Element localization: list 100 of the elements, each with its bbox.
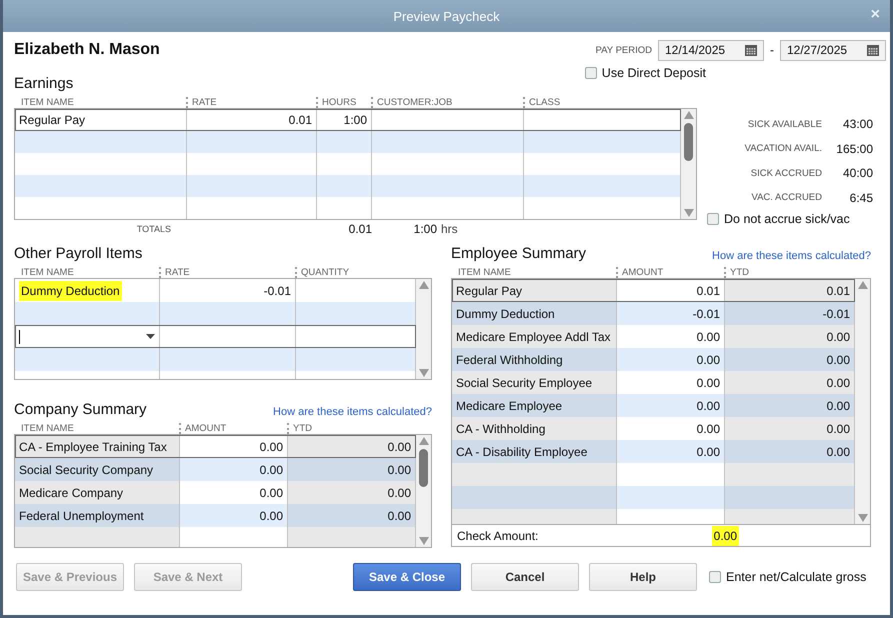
accrual-value: 6:45 bbox=[848, 190, 874, 205]
accrual-label: VACATION AVAIL. bbox=[744, 143, 822, 154]
checkbox[interactable] bbox=[707, 213, 719, 225]
table-cell: 0.01 bbox=[725, 279, 855, 302]
table-cell: 0.00 bbox=[617, 348, 725, 371]
accrual-value: 40:00 bbox=[842, 166, 874, 180]
table-cell: 0.00 bbox=[725, 394, 855, 417]
table-cell: Federal Unemployment bbox=[15, 504, 180, 527]
scroll-down-icon[interactable] bbox=[418, 537, 428, 545]
table-row[interactable]: Federal Withholding 0.00 0.00 bbox=[452, 348, 855, 371]
accrual-label: SICK ACCRUED bbox=[750, 168, 822, 179]
calendar-icon[interactable] bbox=[867, 44, 879, 56]
table-row[interactable]: CA - Disability Employee 0.00 0.00 bbox=[452, 440, 855, 463]
scroll-down-icon[interactable] bbox=[418, 369, 428, 377]
help-link[interactable]: How are these items calculated? bbox=[712, 250, 871, 262]
table-cell: Medicare Company bbox=[15, 481, 180, 504]
table-cell: 0.00 bbox=[180, 458, 288, 481]
table-row[interactable]: Social Security Employee 0.00 0.00 bbox=[452, 371, 855, 394]
table-row[interactable]: Federal Unemployment 0.00 0.00 bbox=[15, 504, 416, 527]
table-cell: CA - Disability Employee bbox=[452, 440, 617, 463]
section-title: Earnings bbox=[14, 75, 74, 92]
check-amount-value: 0.00 bbox=[712, 526, 739, 546]
hours-unit: hrs bbox=[440, 222, 459, 236]
table-row[interactable]: Medicare Employee Addl Tax 0.00 0.00 bbox=[452, 325, 855, 348]
table-cell: 0.00 bbox=[288, 481, 416, 504]
table-cell: Social Security Company bbox=[15, 458, 180, 481]
scroll-down-icon[interactable] bbox=[858, 514, 868, 522]
section-title: Other Payroll Items bbox=[14, 245, 142, 262]
check-amount-label: Check Amount: bbox=[457, 528, 540, 542]
table-cell: CA - Withholding bbox=[452, 417, 617, 440]
date-field[interactable]: 12/27/2025 bbox=[780, 40, 886, 60]
table-cell: 0.00 bbox=[288, 458, 416, 481]
table-cell: Regular Pay bbox=[452, 279, 617, 302]
pay-period-label: PAY PERIOD bbox=[596, 44, 652, 56]
table-row[interactable]: Dummy Deduction -0.01 -0.01 bbox=[452, 302, 855, 325]
column-header: AMOUNT bbox=[616, 267, 724, 278]
table-cell: Medicare Employee bbox=[452, 394, 617, 417]
checkbox-label[interactable]: Do not accrue sick/vac bbox=[724, 212, 850, 226]
scrollbar[interactable] bbox=[855, 279, 870, 524]
scroll-thumb[interactable] bbox=[419, 449, 428, 487]
totals-label: TOTALS bbox=[136, 224, 172, 234]
table-cell: Social Security Employee bbox=[452, 371, 617, 394]
scrollbar[interactable] bbox=[681, 109, 696, 219]
column-header: ITEM NAME bbox=[20, 97, 75, 108]
table-cell: CA - Employee Training Tax bbox=[15, 435, 180, 458]
table-row[interactable]: Regular Pay 0.01 1:00 bbox=[15, 109, 681, 131]
table-cell: 0.00 bbox=[288, 435, 416, 458]
table-row[interactable]: Medicare Company 0.00 0.00 bbox=[15, 481, 416, 504]
table-cell: Dummy Deduction bbox=[19, 280, 122, 300]
checkbox-label[interactable]: Enter net/Calculate gross bbox=[726, 570, 866, 584]
scroll-up-icon[interactable] bbox=[858, 281, 868, 289]
table-cell: 0.00 bbox=[288, 504, 416, 527]
checkbox[interactable] bbox=[709, 571, 721, 583]
calendar-icon[interactable] bbox=[745, 44, 757, 56]
column-header: ITEM NAME bbox=[20, 423, 75, 434]
table-cell: 0.00 bbox=[180, 504, 288, 527]
dropdown-caret-icon[interactable] bbox=[146, 334, 155, 339]
table-cell: 0.00 bbox=[725, 417, 855, 440]
action-button[interactable]: Help bbox=[589, 563, 697, 591]
column-header: ITEM NAME bbox=[20, 267, 75, 278]
scrollbar[interactable] bbox=[416, 435, 431, 547]
employee-name: Elizabeth N. Mason bbox=[14, 41, 160, 59]
table-cell: 0.00 bbox=[725, 440, 855, 463]
date-field[interactable]: 12/14/2025 bbox=[658, 40, 764, 60]
table-cell: 0.00 bbox=[725, 348, 855, 371]
table-cell: -0.01 bbox=[617, 302, 725, 325]
help-link[interactable]: How are these items calculated? bbox=[273, 406, 432, 418]
checkbox[interactable] bbox=[584, 67, 597, 79]
accrual-value: 165:00 bbox=[835, 142, 874, 156]
table-cell: -0.01 bbox=[725, 302, 855, 325]
scrollbar[interactable] bbox=[416, 279, 431, 379]
table-row[interactable]: CA - Employee Training Tax 0.00 0.00 bbox=[15, 435, 416, 458]
table-row[interactable]: Social Security Company 0.00 0.00 bbox=[15, 458, 416, 481]
entry-row[interactable] bbox=[15, 325, 416, 348]
scroll-up-icon[interactable] bbox=[684, 111, 694, 119]
item-name-field[interactable] bbox=[19, 330, 155, 344]
scroll-thumb[interactable] bbox=[684, 123, 693, 161]
table-cell: Dummy Deduction bbox=[452, 302, 617, 325]
accrual-value: 43:00 bbox=[842, 117, 874, 132]
table-row[interactable]: Medicare Employee 0.00 0.00 bbox=[452, 394, 855, 417]
column-header: ITEM NAME bbox=[457, 267, 512, 278]
checkbox-label[interactable]: Use Direct Deposit bbox=[602, 66, 706, 80]
window-title: Preview Paycheck bbox=[393, 8, 500, 24]
table-cell: 0.00 bbox=[617, 440, 725, 463]
table-row[interactable]: CA - Withholding 0.00 0.00 bbox=[452, 417, 855, 440]
scroll-up-icon[interactable] bbox=[418, 437, 428, 445]
accrual-label: SICK AVAILABLE bbox=[746, 118, 822, 130]
totals-hours: 1:00 bbox=[414, 222, 437, 236]
table-cell: 0.00 bbox=[617, 394, 725, 417]
table-row[interactable]: Regular Pay 0.01 0.01 bbox=[452, 279, 855, 302]
action-button[interactable]: Cancel bbox=[471, 563, 579, 591]
date-separator: - bbox=[770, 43, 774, 57]
scroll-up-icon[interactable] bbox=[418, 281, 428, 289]
table-cell: Medicare Employee Addl Tax bbox=[452, 325, 617, 348]
action-button[interactable]: Save & Close bbox=[353, 563, 461, 591]
accrual-label: VAC. ACCRUED bbox=[750, 192, 822, 204]
section-title: Employee Summary bbox=[451, 245, 586, 262]
table-cell: 0.00 bbox=[725, 371, 855, 394]
scroll-down-icon[interactable] bbox=[684, 209, 694, 217]
table-cell: Federal Withholding bbox=[452, 348, 617, 371]
